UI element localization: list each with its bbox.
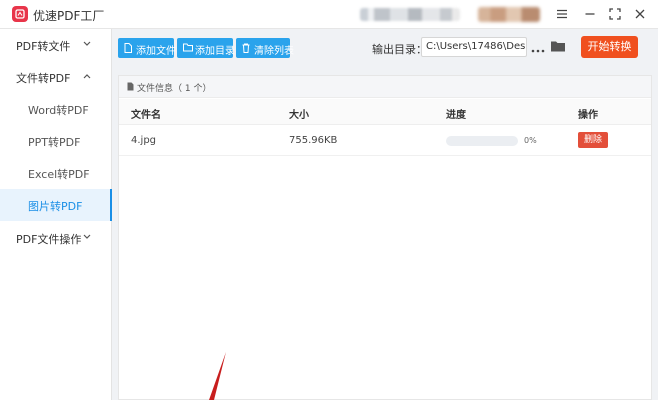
more-options-icon[interactable] [531,44,545,53]
sidebar-item-label: 图片转PDF [28,200,83,213]
sidebar-item-label: Word转PDF [28,104,89,117]
sidebar-item-label: PPT转PDF [28,136,81,149]
column-header-progress: 进度 [446,110,466,121]
column-header-size: 大小 [289,110,309,121]
close-icon[interactable] [631,5,649,23]
add-folder-label: 添加目录 [195,46,235,57]
table-header: 文件名 大小 进度 操作 [119,99,651,125]
sidebar-item-label: Excel转PDF [28,168,90,181]
sidebar-group-file-to-pdf[interactable]: 文件转PDF [0,61,112,93]
blurred-user-info [360,8,460,21]
file-list-panel: 文件信息（ 1 个） 文件名 大小 进度 操作 4.jpg 755.96KB 0… [118,75,652,400]
open-folder-icon[interactable] [550,38,566,54]
sidebar-item-word-to-pdf[interactable]: Word转PDF [0,93,112,125]
sidebar-group-label: PDF转文件 [16,40,71,53]
clear-list-button[interactable]: 清除列表 [236,38,294,58]
chevron-down-icon [83,41,91,46]
column-header-action: 操作 [578,110,598,121]
chevron-up-icon [83,74,91,79]
chevron-down-icon [83,234,91,239]
file-name: 4.jpg [131,135,157,146]
sidebar-group-label: PDF文件操作 [16,233,82,246]
app-logo-icon [12,6,28,22]
sidebar-group-pdf-operations[interactable]: PDF文件操作 [0,222,112,254]
output-dir-label: 输出目录： [372,43,427,56]
add-folder-button[interactable]: 添加目录 [177,38,235,58]
fullscreen-icon[interactable] [606,5,624,23]
progress-percent: 0% [524,136,537,145]
trash-icon [242,43,250,53]
start-convert-button[interactable]: 开始转换 [581,36,638,58]
file-size: 755.96KB [289,135,338,146]
add-file-label: 添加文件 [136,46,176,57]
clear-list-label: 清除列表 [254,46,294,57]
table-row[interactable]: 4.jpg 755.96KB 0% 删除 [119,126,651,156]
file-info-title: 文件信息（ 1 个） [137,84,212,94]
file-info-header: 文件信息（ 1 个） [119,76,651,98]
folder-icon [183,43,193,52]
sidebar-item-ppt-to-pdf[interactable]: PPT转PDF [0,125,112,157]
output-dir-input[interactable]: C:\Users\17486\Deskto [421,37,527,57]
title-bar: 优速PDF工厂 [0,0,658,29]
blurred-avatar [478,7,540,22]
document-icon [127,82,134,91]
add-file-button[interactable]: 添加文件 [118,38,176,58]
file-icon [124,43,132,53]
sidebar-group-label: 文件转PDF [16,72,71,85]
menu-icon[interactable] [553,5,571,23]
progress-bar [446,136,518,146]
delete-button[interactable]: 删除 [578,132,608,148]
minimize-icon[interactable] [581,5,599,23]
column-header-name: 文件名 [131,110,161,121]
sidebar-item-image-to-pdf[interactable]: 图片转PDF [0,189,112,221]
sidebar-group-pdf-to-file[interactable]: PDF转文件 [0,29,112,61]
app-title: 优速PDF工厂 [33,9,105,23]
sidebar: PDF转文件 文件转PDF Word转PDF PPT转PDF Excel转PDF… [0,29,112,400]
sidebar-item-excel-to-pdf[interactable]: Excel转PDF [0,157,112,189]
